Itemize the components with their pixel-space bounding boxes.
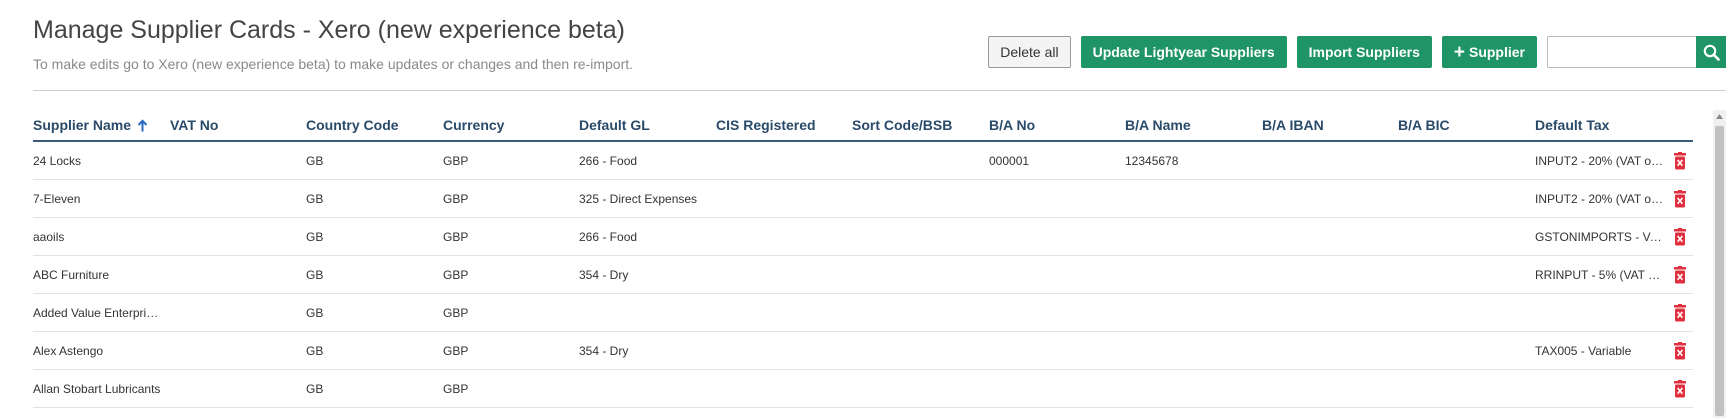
column-header-label: Supplier Name bbox=[33, 117, 132, 133]
column-header-default-gl[interactable]: Default GL bbox=[579, 117, 650, 133]
cell-default-tax: TAX005 - Variable bbox=[1535, 344, 1632, 358]
cell-default-gl: 354 - Dry bbox=[579, 268, 629, 282]
trash-icon[interactable] bbox=[1673, 304, 1687, 322]
search-icon bbox=[1703, 44, 1720, 61]
column-header-sort-code[interactable]: Sort Code/BSB bbox=[852, 117, 952, 133]
column-header-currency[interactable]: Currency bbox=[443, 117, 504, 133]
vertical-scrollbar[interactable] bbox=[1713, 110, 1726, 418]
scrollbar-thumb[interactable] bbox=[1715, 126, 1724, 416]
cell-country-code: GB bbox=[306, 306, 324, 320]
cell-default-gl: 325 - Direct Expenses bbox=[579, 192, 698, 206]
cell-country-code: GB bbox=[306, 268, 324, 282]
search-box bbox=[1547, 36, 1726, 68]
column-header-ba-iban[interactable]: B/A IBAN bbox=[1262, 117, 1324, 133]
table-row[interactable]: aaoils GB GBP 266 - Food GSTONIMPORTS - … bbox=[33, 218, 1693, 256]
cell-default-gl: 354 - Dry bbox=[579, 344, 629, 358]
trash-icon[interactable] bbox=[1673, 266, 1687, 284]
plus-icon: + bbox=[1453, 41, 1465, 63]
cell-default-tax: INPUT2 - 20% (VAT on Expenses) bbox=[1535, 154, 1665, 168]
column-header-default-tax[interactable]: Default Tax bbox=[1535, 117, 1609, 133]
cell-currency: GBP bbox=[443, 154, 469, 168]
cell-supplier-name: Alex Astengo bbox=[33, 344, 104, 358]
search-button[interactable] bbox=[1696, 36, 1726, 68]
column-header-supplier-name[interactable]: Supplier Name bbox=[33, 117, 148, 133]
table-row[interactable]: Added Value Enterprises GB GBP bbox=[33, 294, 1693, 332]
supplier-table: Supplier Name VAT No Country Code Curren… bbox=[33, 112, 1693, 408]
table-row[interactable]: 7-Eleven GB GBP 325 - Direct Expenses IN… bbox=[33, 180, 1693, 218]
trash-icon[interactable] bbox=[1673, 342, 1687, 360]
column-header-ba-bic[interactable]: B/A BIC bbox=[1398, 117, 1450, 133]
import-suppliers-button[interactable]: Import Suppliers bbox=[1296, 36, 1432, 68]
update-suppliers-button[interactable]: Update Lightyear Suppliers bbox=[1080, 36, 1287, 68]
cell-default-gl: 266 - Food bbox=[579, 230, 638, 244]
table-row[interactable]: 24 Locks GB GBP 266 - Food 000001 123456… bbox=[33, 142, 1693, 180]
scroll-up-arrow-icon[interactable] bbox=[1713, 110, 1726, 123]
cell-currency: GBP bbox=[443, 382, 469, 396]
arrow-up-icon bbox=[137, 118, 148, 131]
cell-supplier-name: ABC Furniture bbox=[33, 268, 110, 282]
trash-icon[interactable] bbox=[1673, 152, 1687, 170]
cell-country-code: GB bbox=[306, 344, 324, 358]
page-subtitle: To make edits go to Xero (new experience… bbox=[33, 56, 634, 72]
table-row[interactable]: ABC Furniture GB GBP 354 - Dry RRINPUT -… bbox=[33, 256, 1693, 294]
table-row[interactable]: Alex Astengo GB GBP 354 - Dry TAX005 - V… bbox=[33, 332, 1693, 370]
cell-country-code: GB bbox=[306, 230, 324, 244]
column-header-ba-no[interactable]: B/A No bbox=[989, 117, 1035, 133]
cell-default-tax: GSTONIMPORTS - VAT on Imports bbox=[1535, 230, 1665, 244]
cell-default-gl: 266 - Food bbox=[579, 154, 638, 168]
column-header-country-code[interactable]: Country Code bbox=[306, 117, 399, 133]
cell-supplier-name: Allan Stobart Lubricants bbox=[33, 382, 161, 396]
cell-ba-name: 12345678 bbox=[1125, 154, 1179, 168]
cell-supplier-name: Added Value Enterprises bbox=[33, 306, 163, 320]
cell-currency: GBP bbox=[443, 268, 469, 282]
trash-icon[interactable] bbox=[1673, 380, 1687, 398]
column-header-ba-name[interactable]: B/A Name bbox=[1125, 117, 1191, 133]
cell-supplier-name: aaoils bbox=[33, 230, 65, 244]
page-title: Manage Supplier Cards - Xero (new experi… bbox=[33, 16, 625, 44]
cell-country-code: GB bbox=[306, 192, 324, 206]
toolbar: Delete all Update Lightyear Suppliers Im… bbox=[988, 36, 1726, 68]
cell-country-code: GB bbox=[306, 154, 324, 168]
cell-currency: GBP bbox=[443, 230, 469, 244]
cell-supplier-name: 24 Locks bbox=[33, 154, 82, 168]
cell-country-code: GB bbox=[306, 382, 324, 396]
table-body: 24 Locks GB GBP 266 - Food 000001 123456… bbox=[33, 142, 1693, 408]
cell-currency: GBP bbox=[443, 306, 469, 320]
trash-icon[interactable] bbox=[1673, 228, 1687, 246]
search-input[interactable] bbox=[1547, 36, 1696, 68]
table-header: Supplier Name VAT No Country Code Curren… bbox=[33, 112, 1693, 142]
cell-currency: GBP bbox=[443, 192, 469, 206]
cell-supplier-name: 7-Eleven bbox=[33, 192, 81, 206]
column-header-vat-no[interactable]: VAT No bbox=[170, 117, 218, 133]
cell-ba-no: 000001 bbox=[989, 154, 1030, 168]
cell-default-tax: INPUT2 - 20% (VAT on Expenses) bbox=[1535, 192, 1665, 206]
cell-currency: GBP bbox=[443, 344, 469, 358]
table-row[interactable]: Allan Stobart Lubricants GB GBP bbox=[33, 370, 1693, 408]
delete-all-button[interactable]: Delete all bbox=[988, 36, 1071, 68]
add-supplier-label: Supplier bbox=[1468, 44, 1525, 60]
trash-icon[interactable] bbox=[1673, 190, 1687, 208]
cell-default-tax: RRINPUT - 5% (VAT on Expenses) bbox=[1535, 268, 1665, 282]
header-divider bbox=[33, 90, 1726, 91]
add-supplier-button[interactable]: + Supplier bbox=[1441, 36, 1537, 68]
column-header-cis-registered[interactable]: CIS Registered bbox=[716, 117, 816, 133]
